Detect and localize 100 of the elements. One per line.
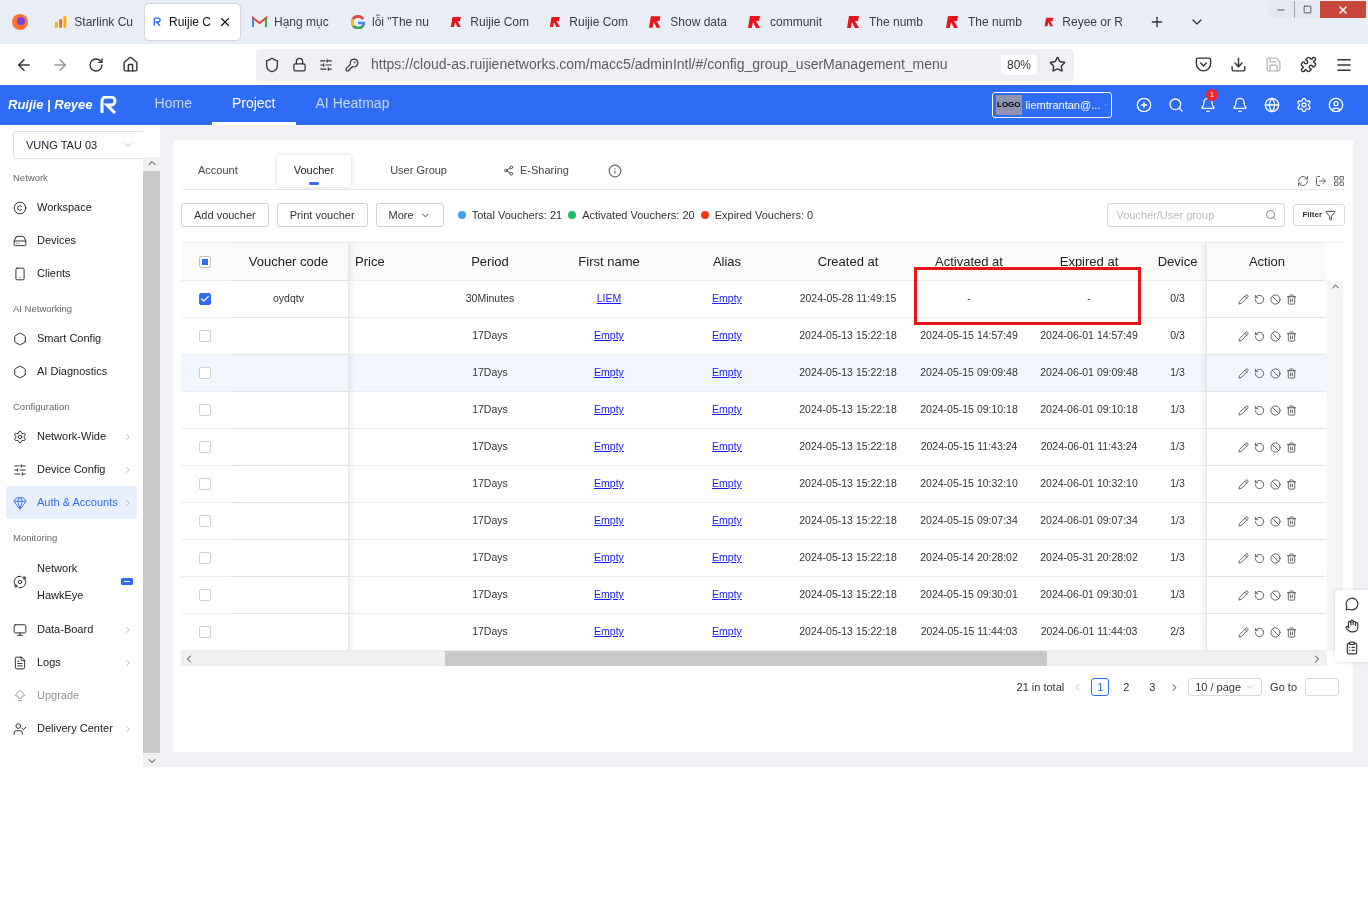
firefox-icon[interactable] bbox=[11, 13, 29, 31]
table-link[interactable]: Empty bbox=[594, 624, 624, 640]
edit-icon[interactable] bbox=[1237, 330, 1249, 342]
goto-field[interactable] bbox=[1305, 678, 1339, 696]
table-link[interactable]: Empty bbox=[594, 439, 624, 455]
disable-icon[interactable] bbox=[1269, 626, 1281, 638]
table-row[interactable]: 17Days Empty Empty 2024-05-13 15:22:18 2024-05-15 09:30:01 2024-06-01 09:30:01 1/3 bbox=[181, 577, 1327, 614]
disable-icon[interactable] bbox=[1269, 589, 1281, 601]
row-checkbox[interactable] bbox=[199, 293, 211, 305]
reset-icon[interactable] bbox=[1253, 330, 1265, 342]
maximize-button[interactable] bbox=[1294, 1, 1320, 18]
user-icon[interactable] bbox=[1328, 97, 1344, 113]
browser-tab[interactable]: Show data bbox=[640, 4, 735, 40]
address-bar[interactable]: https://cloud-as.ruijienetworks.com/macc5/adminIntl/#/config_group_userManagement_menu 80% bbox=[256, 48, 1074, 81]
sidebar-item[interactable]: Logs bbox=[6, 646, 137, 679]
bell-icon[interactable] bbox=[1232, 97, 1248, 113]
extensions-icon[interactable] bbox=[1300, 56, 1317, 73]
edit-icon[interactable] bbox=[1237, 404, 1249, 416]
delete-icon[interactable] bbox=[1285, 330, 1297, 342]
browser-tab[interactable]: The numb bbox=[838, 4, 933, 40]
reset-icon[interactable] bbox=[1253, 441, 1265, 453]
edit-icon[interactable] bbox=[1237, 441, 1249, 453]
table-link[interactable]: Empty bbox=[712, 513, 742, 529]
table-row[interactable]: 17Days Empty Empty 2024-05-13 15:22:18 2024-05-15 09:07:34 2024-06-01 09:07:34 1/3 bbox=[181, 503, 1327, 540]
content-tab[interactable]: User Group bbox=[373, 154, 464, 187]
sidebar-item[interactable]: Device Config bbox=[6, 453, 137, 486]
table-row[interactable]: 17Days Empty Empty 2024-05-13 15:22:18 2024-05-15 11:44:03 2024-06-01 11:44:03 2/3 bbox=[181, 614, 1327, 651]
table-row[interactable]: 17Days Empty Empty 2024-05-13 15:22:18 2024-05-15 09:10:18 2024-06-01 09:10:18 1/3 bbox=[181, 392, 1327, 429]
sidebar-item[interactable]: Clients bbox=[6, 257, 137, 290]
search-icon[interactable] bbox=[1168, 97, 1184, 113]
settings-icon[interactable] bbox=[1296, 97, 1312, 113]
table-row[interactable]: 17Days Empty Empty 2024-05-13 15:22:18 2024-05-15 14:57:49 2024-06-01 14:57:49 0/3 bbox=[181, 318, 1327, 355]
table-row[interactable]: 17Days Empty Empty 2024-05-13 15:22:18 2024-05-15 09:09:48 2024-06-01 09:09:48 1/3 bbox=[181, 355, 1327, 392]
column-settings-icon[interactable] bbox=[1333, 175, 1345, 187]
page-button[interactable]: 1 bbox=[1091, 678, 1110, 696]
zoom-badge[interactable]: 80% bbox=[1000, 54, 1037, 75]
table-link[interactable]: Empty bbox=[712, 402, 742, 418]
toolbar-button[interactable]: Print voucher bbox=[276, 203, 368, 227]
add-icon[interactable] bbox=[1136, 97, 1152, 113]
disable-icon[interactable] bbox=[1269, 441, 1281, 453]
browser-tab[interactable]: Ruijie C bbox=[145, 4, 240, 40]
download-icon[interactable] bbox=[1230, 56, 1247, 73]
table-row[interactable]: 17Days Empty Empty 2024-05-13 15:22:18 2024-05-14 20:28:02 2024-05-31 20:28:02 1/3 bbox=[181, 540, 1327, 577]
logo[interactable]: Ruijie | Reyee bbox=[8, 95, 93, 115]
page-button[interactable]: 3 bbox=[1143, 678, 1162, 696]
table-link[interactable]: Empty bbox=[594, 328, 624, 344]
delete-icon[interactable] bbox=[1285, 589, 1297, 601]
delete-icon[interactable] bbox=[1285, 367, 1297, 379]
disable-icon[interactable] bbox=[1269, 367, 1281, 379]
sidebar-item[interactable]: Auth & Accounts bbox=[6, 486, 137, 519]
reset-icon[interactable] bbox=[1253, 589, 1265, 601]
edit-icon[interactable] bbox=[1237, 367, 1249, 379]
table-link[interactable]: LIEM bbox=[596, 291, 622, 307]
home-icon[interactable] bbox=[122, 56, 139, 73]
edit-icon[interactable] bbox=[1237, 589, 1249, 601]
reset-icon[interactable] bbox=[1253, 478, 1265, 490]
browser-tab[interactable]: Hạng mục bbox=[244, 4, 339, 40]
logo-icon[interactable] bbox=[98, 96, 119, 114]
page-size-select[interactable]: 10 / page bbox=[1188, 678, 1263, 696]
browser-tab[interactable]: Ruijie Com bbox=[541, 4, 636, 40]
edit-icon[interactable] bbox=[1237, 478, 1249, 490]
table-link[interactable]: Empty bbox=[712, 587, 742, 603]
table-link[interactable]: Empty bbox=[594, 587, 624, 603]
table-link[interactable]: Empty bbox=[594, 402, 624, 418]
reset-icon[interactable] bbox=[1253, 552, 1265, 564]
sidebar-item[interactable]: AI Diagnostics bbox=[6, 355, 137, 388]
reset-icon[interactable] bbox=[1253, 515, 1265, 527]
delete-icon[interactable] bbox=[1285, 626, 1297, 638]
table-link[interactable]: Empty bbox=[712, 328, 742, 344]
edit-icon[interactable] bbox=[1237, 552, 1249, 564]
edit-icon[interactable] bbox=[1237, 293, 1249, 305]
toolbar-button[interactable]: Add voucher bbox=[181, 203, 269, 227]
sidebar-item[interactable]: Network-Wide bbox=[6, 420, 137, 453]
horizontal-scrollbar[interactable] bbox=[181, 651, 1327, 666]
browser-tab[interactable]: The numb bbox=[937, 4, 1032, 40]
globe-icon[interactable] bbox=[1264, 97, 1280, 113]
sidebar-item[interactable]: Devices bbox=[6, 224, 137, 257]
export-icon[interactable] bbox=[1315, 175, 1327, 187]
info-icon[interactable] bbox=[607, 163, 622, 178]
reset-icon[interactable] bbox=[1253, 626, 1265, 638]
table-link[interactable]: Empty bbox=[712, 624, 742, 640]
browser-tab[interactable]: lỗi "The nu bbox=[343, 4, 438, 40]
disable-icon[interactable] bbox=[1269, 330, 1281, 342]
delete-icon[interactable] bbox=[1285, 441, 1297, 453]
sidebar-item[interactable]: Smart Config bbox=[6, 322, 137, 355]
table-link[interactable]: Empty bbox=[594, 476, 624, 492]
sidebar-item[interactable]: Data-Board bbox=[6, 613, 137, 646]
search-field[interactable]: Voucher/User group bbox=[1107, 203, 1286, 227]
disable-icon[interactable] bbox=[1269, 478, 1281, 490]
content-tab[interactable]: Voucher bbox=[276, 154, 352, 187]
table-link[interactable]: Empty bbox=[712, 550, 742, 566]
table-row[interactable]: oydqtv 30Minutes LIEM Empty 2024-05-28 11:49:15 - - 0/3 bbox=[181, 281, 1327, 318]
refresh-icon[interactable] bbox=[1297, 175, 1309, 187]
notification-bell-icon[interactable] bbox=[1200, 97, 1216, 113]
table-link[interactable]: Empty bbox=[594, 513, 624, 529]
sidebar-item[interactable]: Delivery Center bbox=[6, 712, 137, 745]
chat-icon[interactable] bbox=[1344, 597, 1359, 611]
table-row[interactable]: 17Days Empty Empty 2024-05-13 15:22:18 2024-05-15 10:32:10 2024-06-01 10:32:10 1/3 bbox=[181, 466, 1327, 503]
content-tab[interactable]: Account bbox=[181, 154, 255, 187]
toolbar-button[interactable]: More bbox=[375, 203, 444, 227]
